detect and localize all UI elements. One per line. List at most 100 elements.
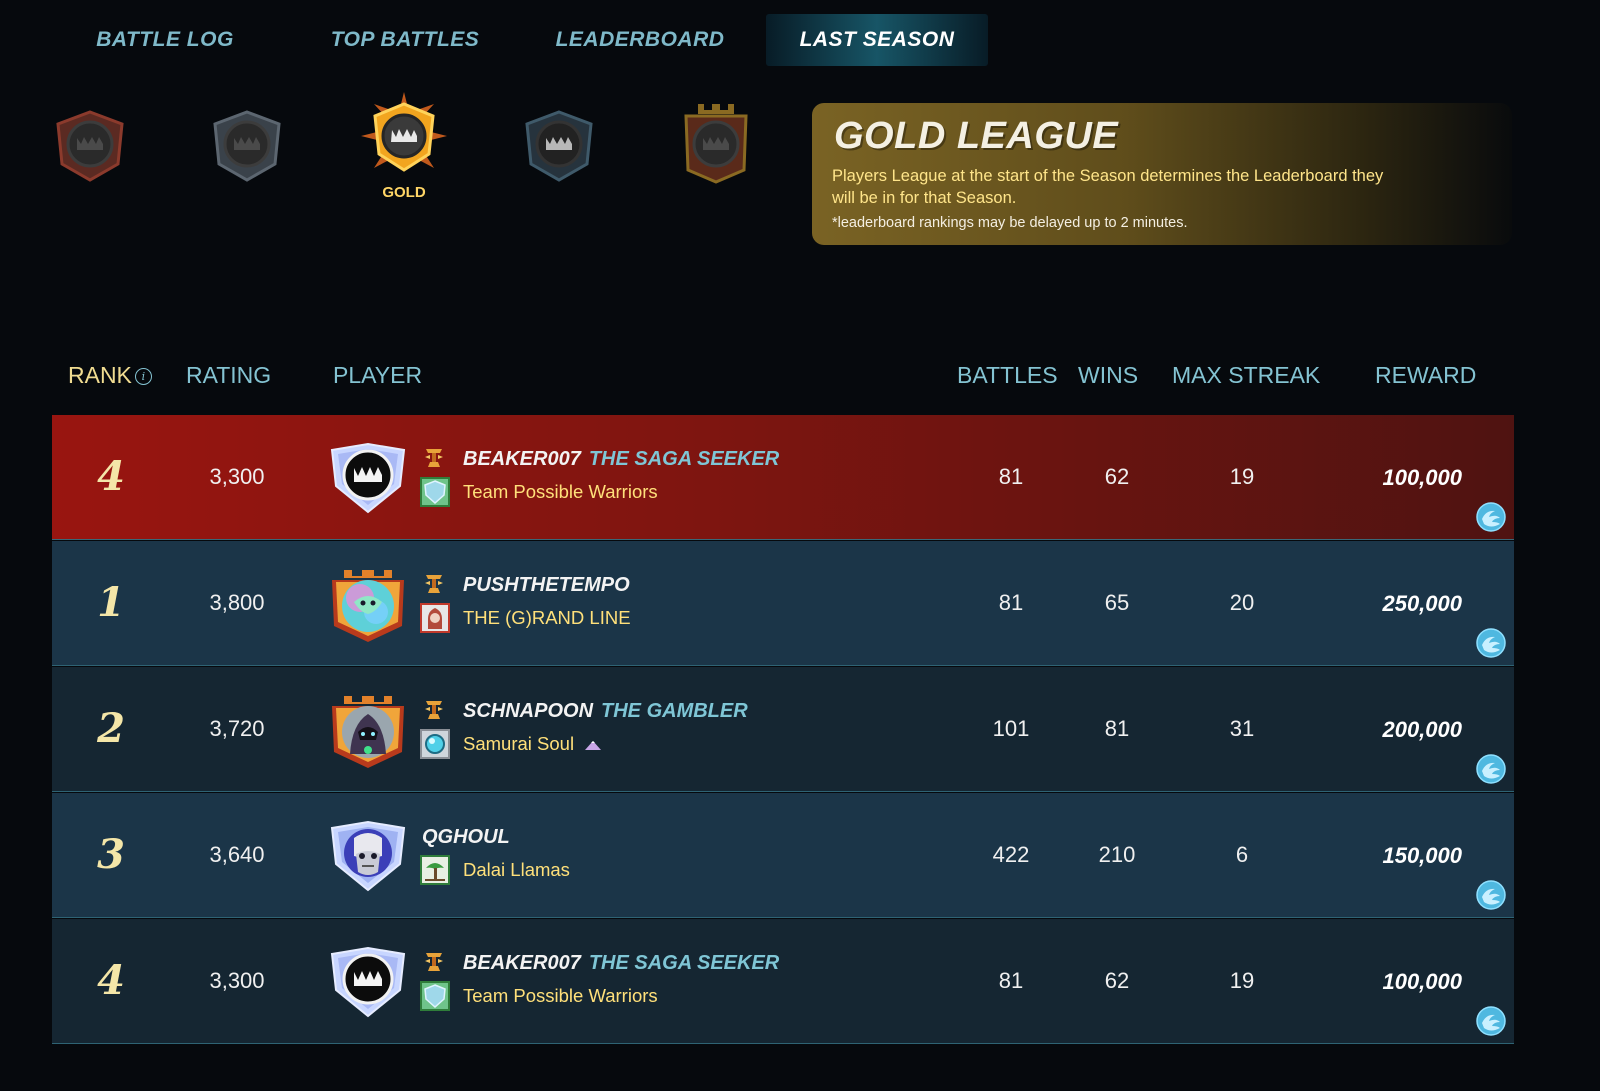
- player-title: THE GAMBLER: [601, 700, 748, 722]
- reward: 150,000: [1262, 793, 1506, 917]
- wins-value: 62: [1104, 464, 1130, 489]
- league-badge-label: GOLD: [382, 184, 426, 201]
- wins-value: 62: [1104, 968, 1130, 993]
- player-username: BEAKER007: [463, 952, 581, 974]
- league-badge-silver[interactable]: [207, 106, 287, 186]
- player-name[interactable]: PUSHTHETEMPO: [463, 571, 630, 599]
- player-name[interactable]: QGHOUL: [422, 823, 510, 851]
- player-username: QGHOUL: [422, 826, 510, 848]
- tab-leaderboard[interactable]: LEADERBOARD: [535, 14, 745, 66]
- guild-label: Team Possible Warriors: [463, 985, 658, 1006]
- rank-value: 2: [97, 705, 125, 752]
- title-icon: [422, 697, 446, 721]
- table-row[interactable]: 3 3,640 QGHOUL Dalai Llamas 422 210 6 150,000: [52, 793, 1514, 918]
- reward: 100,000: [1262, 415, 1506, 539]
- header-rank: RANK i: [68, 358, 152, 392]
- tab-bar: BATTLE LOG TOP BATTLES LEADERBOARD LAST …: [0, 14, 1000, 66]
- player-username: BEAKER007: [463, 448, 581, 470]
- rating-value: 3,300: [209, 968, 265, 993]
- rating-value: 3,300: [209, 464, 265, 489]
- guild-label: THE (G)RAND LINE: [463, 607, 631, 628]
- header-battles: BATTLES: [957, 362, 1058, 388]
- avatar[interactable]: [330, 442, 406, 514]
- hooded-icon: [420, 603, 450, 633]
- shield-icon: [420, 981, 450, 1011]
- reward: 200,000: [1262, 667, 1506, 791]
- rating-value: 3,720: [209, 716, 265, 741]
- title-icon: [422, 445, 446, 469]
- battles-value: 81: [998, 464, 1024, 489]
- rating-value: 3,800: [209, 590, 265, 615]
- league-badge-champion[interactable]: [676, 100, 756, 186]
- guild-label: Team Possible Warriors: [463, 481, 658, 502]
- header-player: PLAYER: [333, 362, 423, 388]
- shield-icon: [420, 477, 450, 507]
- avatar[interactable]: [330, 946, 406, 1018]
- battles-value: 422: [992, 842, 1030, 867]
- league-description: Players League at the start of the Seaso…: [832, 167, 1384, 207]
- wins-value: 210: [1098, 842, 1136, 867]
- player-name[interactable]: BEAKER007 THE SAGA SEEKER: [463, 949, 779, 977]
- title-icon: [422, 571, 446, 595]
- league-badge-bronze[interactable]: [50, 106, 130, 186]
- player-title: THE SAGA SEEKER: [588, 448, 780, 470]
- battles-value: 101: [992, 716, 1030, 741]
- gold-league-icon: [361, 92, 447, 172]
- table-row[interactable]: 2 3,720 SCHNAPOON THE GAMBLER Samurai Soul 10…: [52, 667, 1514, 792]
- reward-amount: 150,000: [1382, 843, 1462, 869]
- guild-label: Dalai Llamas: [463, 859, 570, 880]
- league-badge-diamond[interactable]: [519, 106, 599, 186]
- guild-name[interactable]: Samurai Soul: [463, 731, 602, 757]
- sps-coin-icon: [1476, 841, 1506, 910]
- reward: 250,000: [1262, 541, 1506, 665]
- player-username: SCHNAPOON: [463, 700, 594, 722]
- sps-coin-icon: [1476, 589, 1506, 658]
- league-badge-gold[interactable]: GOLD: [361, 92, 447, 204]
- avatar[interactable]: [330, 820, 406, 892]
- info-icon[interactable]: i: [134, 368, 152, 386]
- player-name[interactable]: BEAKER007 THE SAGA SEEKER: [463, 445, 779, 473]
- orb-icon: [420, 729, 450, 759]
- sps-coin-icon: [1476, 463, 1506, 532]
- table-row[interactable]: 1 3,800 PUSHTHETEMPO THE (G)RAND LINE 81 65 20…: [52, 541, 1514, 666]
- table-row[interactable]: 4 3,300 BEAKER007 THE SAGA SEEKER Team Possi…: [52, 415, 1514, 540]
- avatar[interactable]: [330, 694, 406, 768]
- header-rank-label: RANK: [68, 362, 132, 388]
- rating-value: 3,640: [209, 842, 265, 867]
- bronze-league-icon: [56, 110, 124, 182]
- header-rating: RATING: [186, 362, 272, 388]
- tab-last-season[interactable]: LAST SEASON: [766, 14, 988, 66]
- guild-label: Samurai Soul: [463, 733, 575, 754]
- guild-hall-icon: [584, 732, 602, 758]
- header-wins: WINS: [1078, 362, 1139, 388]
- champion-league-icon: [684, 104, 748, 184]
- tab-top-battles[interactable]: TOP BATTLES: [305, 14, 505, 66]
- sps-coin-icon: [1476, 967, 1506, 1036]
- guild-name[interactable]: Team Possible Warriors: [463, 983, 658, 1009]
- reward-amount: 100,000: [1382, 465, 1462, 491]
- reward-amount: 200,000: [1382, 717, 1462, 743]
- reward: 100,000: [1262, 919, 1506, 1043]
- tab-battle-log[interactable]: BATTLE LOG: [70, 14, 260, 66]
- battles-value: 81: [998, 590, 1024, 615]
- diamond-league-icon: [525, 110, 593, 182]
- rank-value: 1: [97, 579, 125, 626]
- rank-value: 4: [97, 957, 125, 1004]
- avatar[interactable]: [330, 568, 406, 642]
- silver-league-icon: [213, 110, 281, 182]
- wins-value: 81: [1104, 716, 1130, 741]
- reward-amount: 100,000: [1382, 969, 1462, 995]
- header-reward: REWARD: [1375, 362, 1477, 388]
- rank-value: 3: [97, 831, 125, 878]
- player-username: PUSHTHETEMPO: [463, 574, 630, 596]
- league-title: GOLD LEAGUE: [834, 115, 1119, 157]
- guild-name[interactable]: Team Possible Warriors: [463, 479, 658, 505]
- rank-value: 4: [97, 453, 125, 500]
- table-row[interactable]: 4 3,300 BEAKER007 THE SAGA SEEKER Team Possi…: [52, 919, 1514, 1044]
- league-note: *leaderboard rankings may be delayed up …: [832, 215, 1188, 231]
- tree-icon: [420, 855, 450, 885]
- guild-name[interactable]: THE (G)RAND LINE: [463, 605, 631, 631]
- player-name[interactable]: SCHNAPOON THE GAMBLER: [463, 697, 748, 725]
- guild-name[interactable]: Dalai Llamas: [463, 857, 570, 883]
- player-title: THE SAGA SEEKER: [588, 952, 780, 974]
